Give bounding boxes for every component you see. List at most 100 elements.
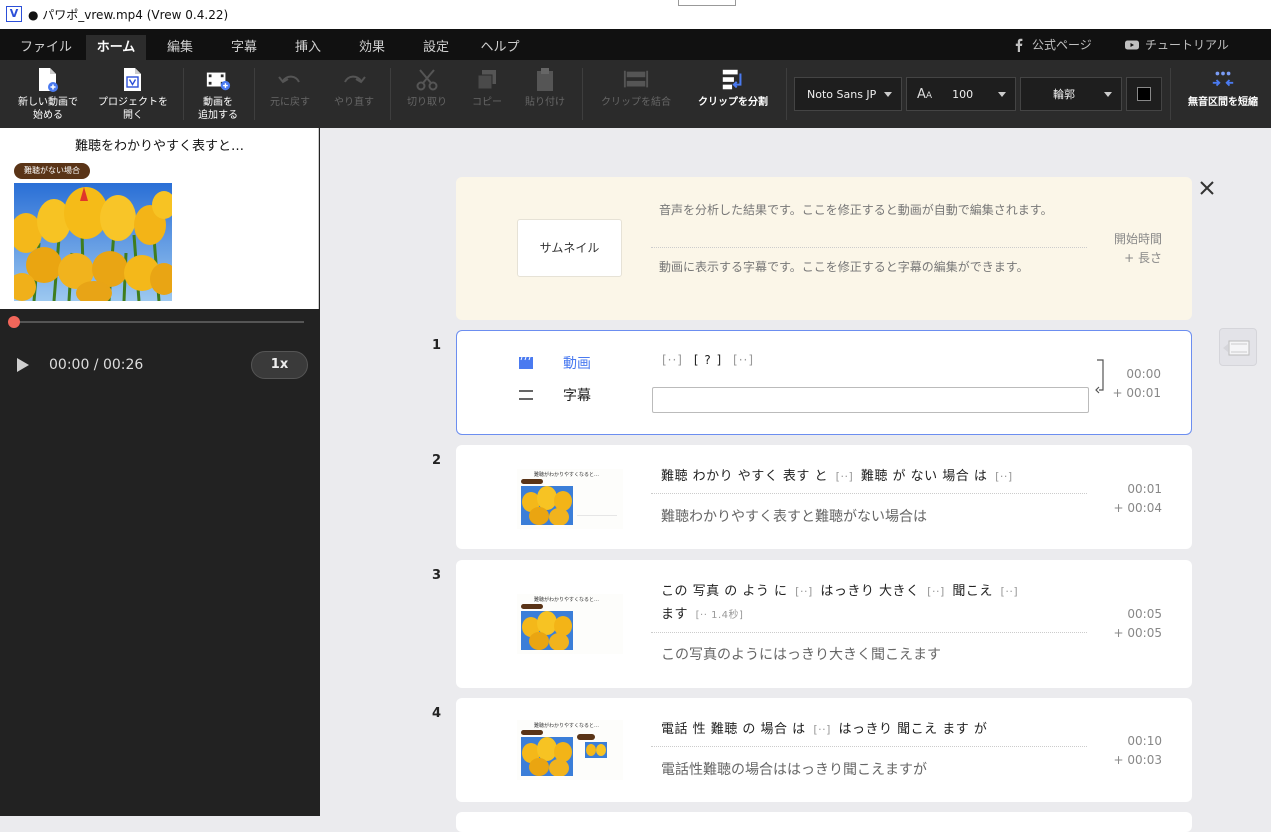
- silence-gap[interactable]: [··]: [733, 353, 754, 367]
- clip-times: 00:00 + 00:01: [1113, 365, 1161, 403]
- long-silence-gap[interactable]: [·· 1.4秒]: [696, 610, 744, 621]
- transcript-words[interactable]: 難聴 わかり やすく 表す と [··] 難聴 が ない 場合 は [··]: [661, 466, 1016, 488]
- transcript-words[interactable]: この 写真 の よう に [··] はっきり 大きく [··] 聞こえ [··]: [661, 581, 1021, 603]
- unknown-token[interactable]: [ ? ]: [694, 353, 722, 367]
- divider: [651, 493, 1087, 494]
- menu-bar: ファイル ホーム 編集 字幕 挿入 効果 設定 ヘルプ 公式ページ チュートリア…: [0, 29, 1271, 60]
- shorten-silence-button[interactable]: 無音区間を短縮: [1178, 66, 1268, 109]
- seek-knob[interactable]: [8, 316, 20, 328]
- silence-gap[interactable]: [··]: [836, 470, 854, 483]
- word-group[interactable]: 難聴 わかり やすく 表す と: [661, 469, 828, 484]
- cut-button[interactable]: 切り取り: [398, 66, 456, 109]
- redo-label: やり直す: [334, 97, 374, 108]
- silence-gap[interactable]: [··]: [662, 353, 683, 367]
- playback-speed-button[interactable]: 1x: [251, 351, 308, 379]
- play-icon: [17, 358, 29, 372]
- tutorial-link[interactable]: チュートリアル: [1125, 36, 1229, 53]
- silence-gap[interactable]: [··]: [1001, 585, 1019, 598]
- word-group[interactable]: ます: [661, 607, 688, 622]
- split-clip-button[interactable]: クリップを分割: [690, 66, 776, 109]
- copy-icon: [474, 66, 500, 94]
- subtitle-text[interactable]: 電話性難聴の場合ははっきり聞こえますが: [661, 759, 927, 779]
- menu-file[interactable]: ファイル: [10, 37, 82, 60]
- word-group[interactable]: はっきり 聞こえ ます が: [839, 722, 988, 737]
- silence-gap[interactable]: [··]: [995, 470, 1013, 483]
- video-preview[interactable]: 難聴をわかりやすく表すと… 難聴がない場合: [0, 128, 319, 309]
- clip-thumbnail: 難聴がわかりやすくなると…: [517, 469, 623, 529]
- preview-title: 難聴をわかりやすく表すと…: [74, 139, 244, 154]
- font-size-select[interactable]: AA 100: [906, 77, 1016, 111]
- menu-effects[interactable]: 効果: [344, 37, 400, 60]
- thumbnail-button[interactable]: サムネイル: [517, 219, 622, 277]
- word-group[interactable]: 電話 性 難聴 の 場合 は: [661, 722, 806, 737]
- word-group[interactable]: 聞こえ: [952, 584, 993, 599]
- caption-hint: 動画に表示する字幕です。ここを修正すると字幕の編集ができます。: [659, 260, 1029, 274]
- divider: [651, 746, 1087, 747]
- menu-insert[interactable]: 挿入: [280, 37, 336, 60]
- silence-gap[interactable]: [··]: [927, 585, 945, 598]
- caption-input[interactable]: [652, 387, 1089, 413]
- word-group[interactable]: この 写真 の よう に: [661, 584, 788, 599]
- official-page-link[interactable]: 公式ページ: [1012, 36, 1092, 53]
- seek-bar[interactable]: [8, 316, 304, 328]
- title-drag-handle[interactable]: [678, 0, 736, 6]
- thumbnail-badge: [521, 479, 543, 484]
- clip-row[interactable]: 難聴がわかりやすくなると… 電話 性 難聴 の 場合 は [··] はっきり 聞…: [456, 698, 1192, 802]
- clip-thumbnail: 難聴がわかりやすくなると…: [517, 720, 623, 780]
- toolbar-divider: [582, 68, 583, 120]
- paste-label: 貼り付け: [525, 97, 565, 108]
- open-project-button[interactable]: プロジェクトを 開く: [92, 66, 174, 122]
- clip-times: 00:01 + 00:04: [1114, 480, 1162, 518]
- clip-row-partial[interactable]: [456, 812, 1192, 832]
- clip-start: 00:00: [1126, 367, 1161, 381]
- menu-subtitle[interactable]: 字幕: [216, 37, 272, 60]
- legend-header: サムネイル 音声を分析した結果です。ここを修正すると動画が自動で編集されます。 …: [456, 177, 1192, 320]
- outline-select[interactable]: 輪郭: [1020, 77, 1122, 111]
- transcript-words-line2[interactable]: ます [·· 1.4秒]: [661, 604, 746, 627]
- play-button[interactable]: [14, 356, 32, 374]
- add-video-label: 動画を 追加する: [198, 97, 238, 121]
- filmstrip-icon: [1223, 340, 1250, 356]
- tulip-thumbnail: [521, 486, 573, 525]
- font-select[interactable]: Noto Sans JP: [794, 77, 902, 111]
- subtitle-text[interactable]: 難聴わかりやすく表すと難聴がない場合は: [661, 506, 927, 526]
- redo-button[interactable]: やり直す: [326, 66, 382, 109]
- menu-help[interactable]: ヘルプ: [470, 37, 530, 60]
- clip-row[interactable]: 難聴がわかりやすくなると… この 写真 の よう に [··] はっきり 大きく…: [456, 560, 1192, 688]
- split-clip-label: クリップを分割: [698, 97, 768, 108]
- toolbar-divider: [390, 68, 391, 120]
- menu-settings[interactable]: 設定: [408, 37, 464, 60]
- new-video-button[interactable]: 新しい動画で 始める: [10, 66, 86, 122]
- text-color-button[interactable]: [1126, 77, 1162, 111]
- thumbnail-caption: 難聴がわかりやすくなると…: [534, 597, 600, 603]
- undo-icon: [277, 66, 303, 94]
- clip-row[interactable]: 動画 字幕 [··] [ ? ] [··] 00:00 + 00:01: [456, 330, 1192, 435]
- transcript-words[interactable]: 電話 性 難聴 の 場合 は [··] はっきり 聞こえ ます が: [661, 719, 987, 741]
- clip-editor: サムネイル 音声を分析した結果です。ここを修正すると動画が自動で編集されます。 …: [320, 128, 1271, 832]
- copy-button[interactable]: コピー: [460, 66, 514, 109]
- clip-length: + 00:01: [1112, 386, 1161, 400]
- merge-clips-button[interactable]: クリップを結合: [592, 66, 680, 109]
- word-group[interactable]: 難聴 が ない 場合 は: [861, 469, 988, 484]
- redo-icon: [341, 66, 367, 94]
- merge-clips-label: クリップを結合: [601, 97, 671, 108]
- close-header-button[interactable]: [1197, 178, 1217, 198]
- add-video-button[interactable]: 動画を 追加する: [190, 66, 246, 122]
- clip-row[interactable]: 難聴がわかりやすくなると… 難聴 わかり やすく 表す と [··] 難聴 が …: [456, 445, 1192, 549]
- undo-button[interactable]: 元に戻す: [262, 66, 318, 109]
- clip-thumbnail: 難聴がわかりやすくなると…: [517, 594, 623, 654]
- menu-edit[interactable]: 編集: [152, 37, 208, 60]
- copy-label: コピー: [472, 97, 502, 108]
- toolbar-divider: [786, 68, 787, 120]
- title-bar: V ● パワポ_vrew.mp4 (Vrew 0.4.22): [0, 0, 1271, 29]
- shorten-silence-icon: [1210, 66, 1236, 94]
- silence-gap[interactable]: [··]: [795, 585, 813, 598]
- paste-button[interactable]: 貼り付け: [516, 66, 574, 109]
- length-label: + 長さ: [1124, 251, 1162, 265]
- word-group[interactable]: はっきり 大きく: [820, 584, 919, 599]
- subtitle-text[interactable]: この写真のようにはっきり大きく聞こえます: [661, 644, 941, 664]
- side-panel-toggle[interactable]: [1219, 328, 1257, 366]
- clipboard-icon: [532, 66, 558, 94]
- menu-home[interactable]: ホーム: [86, 35, 146, 60]
- silence-gap[interactable]: [··]: [813, 723, 831, 736]
